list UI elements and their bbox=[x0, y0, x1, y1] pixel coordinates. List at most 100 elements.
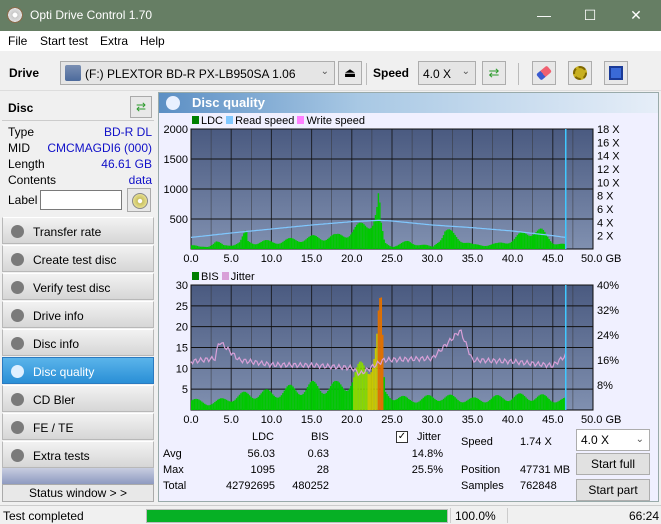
ldc-bar bbox=[467, 242, 469, 249]
bis-bar bbox=[500, 396, 503, 410]
eject-icon: ⏏ bbox=[343, 65, 357, 80]
nav-disc-quality[interactable]: Disc quality bbox=[2, 357, 154, 384]
menu-file[interactable]: File bbox=[8, 34, 27, 48]
erase-button[interactable] bbox=[532, 61, 556, 85]
ldc-bar bbox=[351, 232, 354, 249]
ldc-bar bbox=[198, 246, 200, 249]
bis-bar bbox=[499, 395, 501, 410]
nav-fe-te[interactable]: FE / TE bbox=[2, 413, 154, 440]
disc-label-key: Label bbox=[8, 193, 38, 207]
bis-bar bbox=[413, 402, 416, 410]
create-test-disc-icon bbox=[11, 253, 24, 266]
bis-bar bbox=[342, 388, 345, 410]
bis-bar bbox=[510, 399, 513, 410]
nav-drive-info[interactable]: Drive info bbox=[2, 301, 154, 328]
ldc-bar bbox=[380, 222, 383, 249]
progress-percent: 100.0% bbox=[455, 509, 496, 523]
bis-bar bbox=[237, 396, 239, 410]
menu-start-test[interactable]: Start test bbox=[40, 34, 88, 48]
ldc-bar bbox=[254, 244, 257, 249]
bis-bar bbox=[380, 297, 383, 410]
minimize-button[interactable]: — bbox=[521, 0, 567, 31]
test-speed-value: 4.0 X bbox=[581, 433, 610, 447]
start-full-button[interactable]: Start full bbox=[576, 453, 650, 475]
bis-bar bbox=[408, 399, 410, 410]
y-tick-label-left: 15 bbox=[176, 343, 188, 355]
menu-extra[interactable]: Extra bbox=[100, 34, 128, 48]
bis-bar bbox=[538, 395, 540, 410]
menu-help[interactable]: Help bbox=[140, 34, 165, 48]
refresh-speed-button[interactable]: ⇄ bbox=[482, 61, 506, 85]
ldc-bar bbox=[426, 245, 429, 249]
disc-refresh-button[interactable]: ⇄ bbox=[130, 96, 152, 118]
speed-select[interactable]: 4.0 X ⌄ bbox=[418, 61, 476, 85]
bis-bar bbox=[305, 389, 307, 410]
stats-col-jitter: Jitter bbox=[417, 431, 441, 443]
settings-button[interactable] bbox=[568, 61, 592, 85]
drive-select[interactable]: (F:) PLEXTOR BD-R PX-LB950SA 1.06 ⌄ bbox=[60, 61, 335, 85]
speed-label: Speed bbox=[461, 436, 493, 448]
disc-label-button[interactable] bbox=[127, 188, 151, 212]
bis-bar bbox=[489, 400, 491, 410]
ldc-bar bbox=[429, 246, 432, 249]
bis-bar bbox=[429, 395, 432, 410]
ldc-bar bbox=[371, 225, 374, 249]
ldc-bar bbox=[387, 245, 390, 249]
start-part-button[interactable]: Start part bbox=[576, 479, 650, 501]
bis-bar bbox=[314, 381, 316, 410]
ldc-bar bbox=[464, 242, 466, 249]
bis-bar bbox=[199, 400, 202, 410]
ldc-bar bbox=[493, 243, 495, 249]
cd-bler-icon bbox=[11, 393, 24, 406]
ldc-bar bbox=[507, 243, 510, 249]
disc-quality-icon bbox=[11, 365, 24, 378]
x-tick-label: 10.0 bbox=[261, 253, 282, 265]
ldc-bar bbox=[244, 230, 246, 249]
nav-transfer-rate[interactable]: Transfer rate bbox=[2, 217, 154, 244]
drive-icon bbox=[65, 65, 81, 81]
nav-disc-info[interactable]: Disc info bbox=[2, 329, 154, 356]
eject-button[interactable]: ⏏ bbox=[338, 61, 362, 85]
bis-bar bbox=[338, 382, 341, 410]
ldc-bar bbox=[277, 243, 280, 249]
save-button[interactable] bbox=[604, 61, 628, 85]
ldc-bar bbox=[358, 222, 361, 249]
ldc-bar bbox=[435, 243, 438, 249]
nav-extra-tests[interactable]: Extra tests bbox=[2, 441, 154, 468]
ldc-bar bbox=[305, 239, 307, 249]
nav-create-test-disc[interactable]: Create test disc bbox=[2, 245, 154, 272]
ldc-bar bbox=[382, 231, 384, 249]
bis-bar bbox=[434, 398, 436, 410]
bis-bar bbox=[451, 395, 453, 410]
ldc-bar bbox=[400, 242, 403, 249]
ldc-bar bbox=[505, 243, 507, 249]
ldc-bar bbox=[273, 242, 275, 249]
ldc-bar bbox=[263, 240, 265, 249]
status-window-button[interactable]: Status window > > bbox=[2, 484, 154, 502]
ldc-bar bbox=[348, 236, 351, 249]
maximize-button[interactable]: ☐ bbox=[567, 0, 613, 31]
ldc-bar bbox=[299, 241, 301, 249]
close-button[interactable]: ✕ bbox=[613, 0, 659, 31]
bis-bar bbox=[308, 384, 310, 410]
ldc-bar bbox=[308, 236, 310, 249]
nav-verify-test-disc[interactable]: Verify test disc bbox=[2, 273, 154, 300]
disc-field-value: BD-R DL bbox=[103, 125, 152, 139]
speed-value: 4.0 X bbox=[423, 67, 452, 81]
ldc-bar bbox=[421, 244, 423, 249]
ldc-bar bbox=[369, 228, 371, 249]
ldc-bar bbox=[410, 243, 413, 249]
jitter-checkbox[interactable]: ✓ bbox=[396, 431, 408, 443]
y-tick-label-left: 5 bbox=[182, 384, 188, 396]
ldc-bar bbox=[373, 220, 375, 249]
disc-label-input[interactable] bbox=[40, 190, 122, 210]
bis-bar bbox=[552, 402, 555, 410]
nav-cd-bler[interactable]: CD Bler bbox=[2, 385, 154, 412]
ldc-bar bbox=[205, 246, 207, 249]
ldc-bar bbox=[532, 234, 534, 249]
bis-bar bbox=[506, 400, 508, 410]
bis-bar bbox=[487, 401, 490, 410]
test-speed-select[interactable]: 4.0 X ⌄ bbox=[576, 429, 650, 451]
ldc-bar bbox=[455, 237, 458, 249]
ldc-bar bbox=[473, 244, 475, 249]
